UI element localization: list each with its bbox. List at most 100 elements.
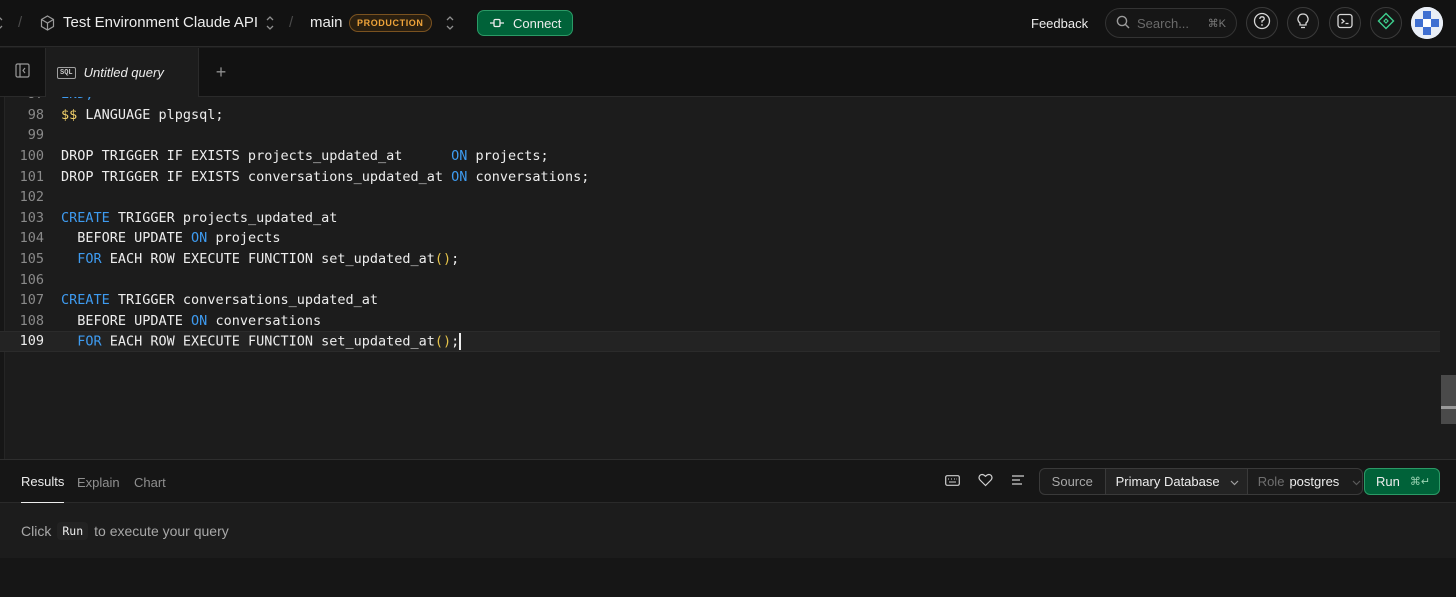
code-token: () [434,251,452,268]
tips-button[interactable] [1287,7,1319,39]
code-text: CREATE TRIGGER conversations_updated_at [61,292,378,308]
sql-file-icon: SQL [57,66,76,79]
code-token: ; [451,251,460,268]
code-token: () [434,333,452,350]
code-token: BEFORE UPDATE [61,312,192,329]
line-number: 98 [27,106,44,123]
feedback-button[interactable]: Feedback [1031,16,1088,31]
code-token: EACH ROW EXECUTE FUNCTION set_updated_at [101,333,435,350]
sql-keyword: FOR [77,251,102,268]
line-number: 100 [19,148,44,165]
tab-untitled-query[interactable]: SQL Untitled query [46,48,199,97]
terminal-icon [1336,12,1354,35]
branch-name[interactable]: main [310,14,343,31]
sidebar-toggle-icon [15,62,30,83]
code-line[interactable]: 102 [0,187,1440,208]
text-cursor [459,332,461,350]
empty-state-suffix: to execute your query [94,522,229,539]
run-shortcut: ⌘↵ [1409,476,1431,488]
tab-results[interactable]: Results [21,460,65,504]
assistant-button[interactable] [1370,7,1402,39]
branch-switcher-icon[interactable] [445,14,455,32]
code-line[interactable]: 105 FOR EACH ROW EXECUTE FUNCTION set_up… [0,249,1440,270]
sql-keyword: ON [191,312,208,329]
collapse-sidebar-button[interactable] [0,48,46,97]
code-line[interactable]: 99 [0,125,1440,146]
line-number: 104 [19,230,44,247]
code-line[interactable]: 104 BEFORE UPDATE ON projects [0,228,1440,249]
plug-icon [489,16,505,31]
code-token: conversations [207,312,322,329]
code-text: FOR EACH ROW EXECUTE FUNCTION set_update… [61,332,461,350]
keyboard-icon [944,473,960,491]
tab-chart[interactable]: Chart [134,460,166,504]
add-tab-button[interactable]: + [199,48,243,97]
assistant-icon [1377,12,1395,35]
line-number: 103 [19,209,44,226]
search-shortcut: ⌘K [1207,17,1226,30]
search-icon [1116,15,1130,32]
line-number: 101 [19,168,44,185]
database-selector[interactable]: Primary Database [1105,469,1248,494]
line-number: 102 [19,189,44,206]
code-text: DROP TRIGGER IF EXISTS projects_updated_… [61,148,549,164]
breadcrumb-separator: / [289,14,294,31]
line-number: 99 [27,127,44,144]
terminal-button[interactable] [1329,7,1361,39]
tab-explain[interactable]: Explain [77,460,120,504]
lightbulb-icon [1294,12,1312,35]
code-line[interactable]: 106 [0,269,1440,290]
search-box[interactable]: Search... ⌘K [1105,8,1237,38]
help-icon [1253,12,1271,35]
editor-scrollbar-thumb[interactable] [1441,375,1456,424]
line-number: 108 [19,312,44,329]
top-navigation-bar: / Test Environment Claude API / main PRO… [0,0,1456,47]
breadcrumb-separator: / [18,14,23,31]
code-text: CREATE TRIGGER projects_updated_at [61,210,337,226]
run-hint-kbd: Run [57,521,89,540]
code-text: END; [61,97,94,102]
code-token: projects; [467,148,549,165]
connect-button[interactable]: Connect [477,10,574,36]
sql-keyword: ON [451,148,468,165]
connect-label: Connect [513,15,562,31]
code-token: DROP TRIGGER IF EXISTS projects_updated_… [61,148,452,165]
code-line[interactable]: 97 END; [0,97,1440,105]
code-token: TRIGGER conversations_updated_at [109,292,378,309]
code-line[interactable]: 109 FOR EACH ROW EXECUTE FUNCTION set_up… [0,331,1440,352]
heart-icon [977,473,993,492]
code-token: projects [207,230,281,247]
database-label: Primary Database [1115,474,1220,489]
keyboard-shortcuts-button[interactable] [940,470,964,494]
code-token: LANGUAGE plpgsql; [77,106,224,123]
project-switcher-icon[interactable] [265,14,275,32]
chevron-down-icon [1230,474,1239,489]
format-query-button[interactable] [1006,470,1030,494]
sql-keyword: CREATE [61,292,110,309]
scrollbar-cursor-marker [1441,406,1456,409]
project-name[interactable]: Test Environment Claude API [63,14,258,31]
results-footer [0,558,1456,597]
code-line[interactable]: 107 CREATE TRIGGER conversations_updated_… [0,290,1440,311]
help-button[interactable] [1246,7,1278,39]
avatar-identicon [1411,7,1443,39]
code-line[interactable]: 108 BEFORE UPDATE ON conversations [0,311,1440,332]
code-line[interactable]: 98 $$ LANGUAGE plpgsql; [0,105,1440,126]
sql-editor[interactable]: 97 END; 98 $$ LANGUAGE plpgsql; 99 100 DROP TR… [0,97,1456,459]
sql-keyword: FOR [77,333,102,350]
code-line[interactable]: 100 DROP TRIGGER IF EXISTS projects_updat… [0,146,1440,167]
sql-keyword: END; [61,97,94,102]
avatar[interactable] [1411,7,1443,39]
favorite-button[interactable] [973,470,997,494]
run-button[interactable]: Run ⌘↵ [1364,468,1440,495]
code-line[interactable]: 103 CREATE TRIGGER projects_updated_at [0,208,1440,229]
code-text: FOR EACH ROW EXECUTE FUNCTION set_update… [61,251,459,267]
search-placeholder: Search... [1137,15,1190,31]
role-selector[interactable]: Role postgres [1248,469,1362,494]
chevron-updown-icon[interactable] [0,14,4,32]
source-label: Source [1040,469,1106,494]
code-line[interactable]: 101 DROP TRIGGER IF EXISTS conversations_… [0,166,1440,187]
code-token: $$ [61,106,78,123]
